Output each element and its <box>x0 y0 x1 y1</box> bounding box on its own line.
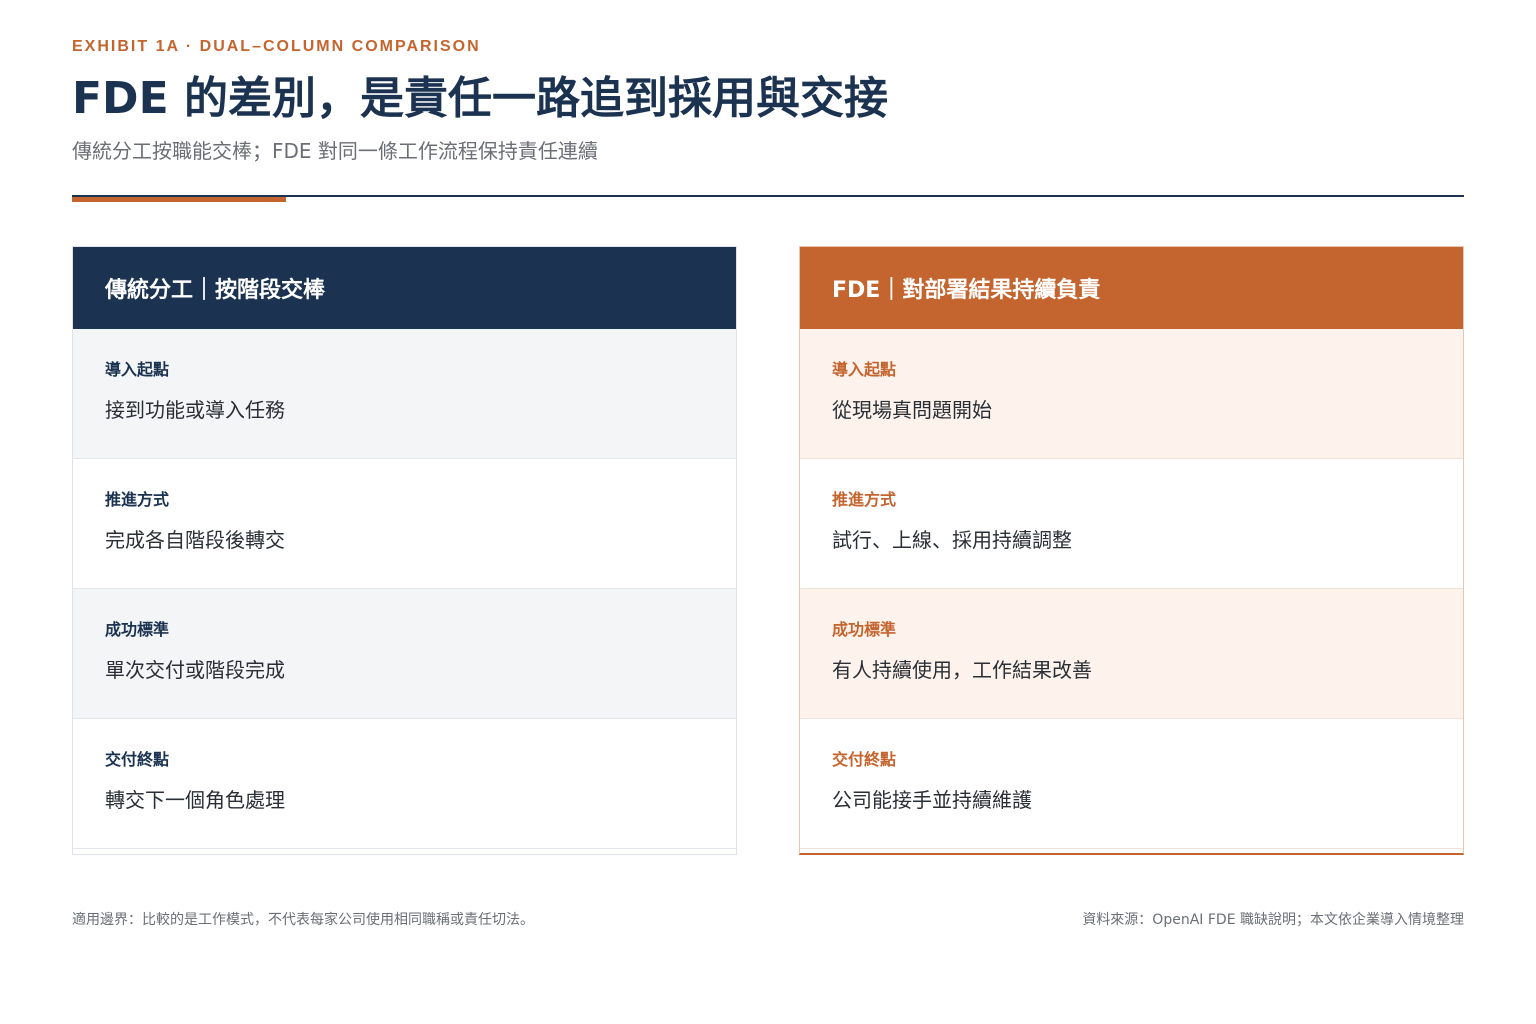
fde-column-heading: FDE｜對部署結果持續負責 <box>800 247 1463 329</box>
row-label: 成功標準 <box>832 620 897 639</box>
row-value: 轉交下一個角色處理 <box>105 788 285 812</box>
comparison-row-endpoint: 交付終點 轉交下一個角色處理 <box>73 719 736 849</box>
row-label: 推進方式 <box>105 490 170 509</box>
comparison-row-endpoint: 交付終點 公司能接手並持續維護 <box>800 719 1463 849</box>
header-divider-accent <box>72 197 286 202</box>
row-value: 試行、上線、採用持續調整 <box>832 528 1072 552</box>
comparison-row-start: 導入起點 從現場真問題開始 <box>800 329 1463 459</box>
row-label: 導入起點 <box>105 360 170 379</box>
page-title: FDE 的差別，是責任一路追到採用與交接 <box>72 73 888 124</box>
scope-footnote: 適用邊界：比較的是工作模式，不代表每家公司使用相同職稱或責任切法。 <box>72 912 534 928</box>
row-value: 單次交付或階段完成 <box>105 658 285 682</box>
traditional-column-heading: 傳統分工｜按階段交棒 <box>73 247 736 329</box>
comparison-row-start: 導入起點 接到功能或導入任務 <box>73 329 736 459</box>
comparison-row-success: 成功標準 有人持續使用，工作結果改善 <box>800 589 1463 719</box>
page-subtitle: 傳統分工按職能交棒；FDE 對同一條工作流程保持責任連續 <box>72 139 598 163</box>
row-value: 接到功能或導入任務 <box>105 398 285 422</box>
row-label: 成功標準 <box>105 620 170 639</box>
exhibit-eyebrow: EXHIBIT 1A · DUAL–COLUMN COMPARISON <box>72 38 481 55</box>
row-value: 完成各自階段後轉交 <box>105 528 285 552</box>
row-value: 從現場真問題開始 <box>832 398 992 422</box>
row-value: 公司能接手並持續維護 <box>832 788 1032 812</box>
row-label: 推進方式 <box>832 490 897 509</box>
fde-column: FDE｜對部署結果持續負責 導入起點 從現場真問題開始 推進方式 試行、上線、採… <box>799 246 1464 855</box>
row-label: 導入起點 <box>832 360 897 379</box>
traditional-column: 傳統分工｜按階段交棒 導入起點 接到功能或導入任務 推進方式 完成各自階段後轉交… <box>72 246 737 855</box>
comparison-row-success: 成功標準 單次交付或階段完成 <box>73 589 736 719</box>
source-footnote: 資料來源：OpenAI FDE 職缺說明；本文依企業導入情境整理 <box>1082 912 1464 928</box>
comparison-row-approach: 推進方式 試行、上線、採用持續調整 <box>800 459 1463 589</box>
row-label: 交付終點 <box>832 750 897 769</box>
row-label: 交付終點 <box>105 750 170 769</box>
row-value: 有人持續使用，工作結果改善 <box>832 658 1092 682</box>
comparison-row-approach: 推進方式 完成各自階段後轉交 <box>73 459 736 589</box>
